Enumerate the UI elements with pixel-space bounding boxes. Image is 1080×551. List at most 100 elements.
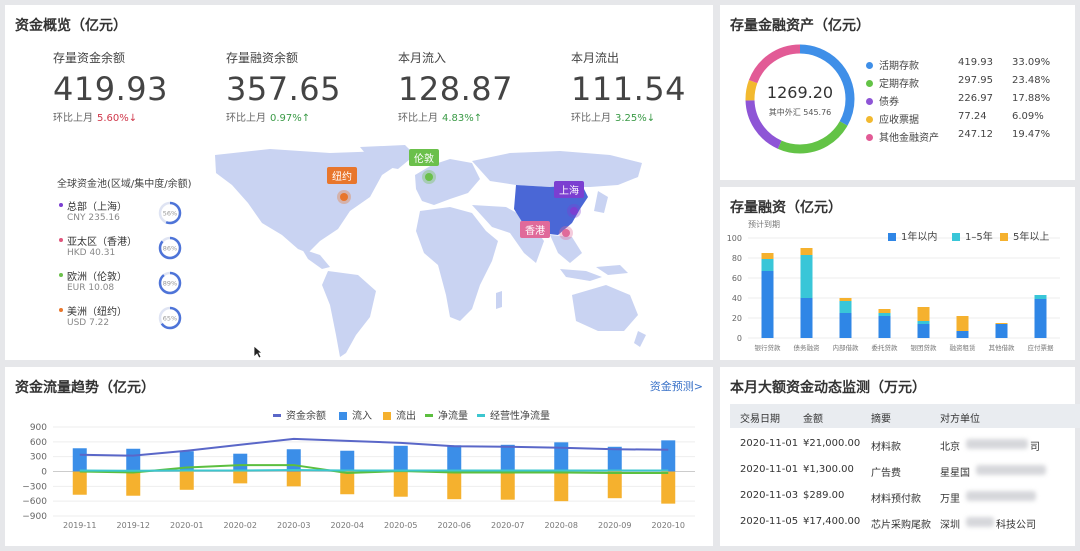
x-tick-label: 债务融资 <box>794 343 821 352</box>
pool-name: 亚太区（香港） <box>67 237 137 248</box>
kpi-label: 本月流出 <box>571 51 620 65</box>
trend-title: 资金流量趋势（亿元） <box>15 380 155 396</box>
legend-dot-icon <box>866 134 873 141</box>
pool-ring-label: 86% <box>163 245 177 253</box>
assets-legend-item[interactable]: 其他金融资产 247.12 19.47% <box>866 129 1066 144</box>
legend-swatch-icon <box>383 412 391 420</box>
financing-legend-item[interactable]: 1–5年 <box>952 228 993 243</box>
y-tick-label: 0 <box>41 468 47 478</box>
assets-legend-item[interactable]: 应收票据 77.24 6.09% <box>866 111 1066 126</box>
pool-amount: CNY 235.16 <box>67 213 120 223</box>
x-tick-label: 银行贷款 <box>755 343 782 352</box>
legend-name: 活期存款 <box>879 61 919 72</box>
assets-legend-item[interactable]: 定期存款 297.95 23.48% <box>866 75 1066 90</box>
bar-segment <box>839 298 852 301</box>
bar <box>126 448 141 472</box>
x-tick-label: 2020-02 <box>224 521 257 530</box>
kpi-compare-label: 环比上月 <box>571 113 611 124</box>
kpi-monthly-outflow: 本月流出 111.54 环比上月 3.25%↓ <box>571 49 731 124</box>
arrow-up-icon: ↑ <box>301 113 311 124</box>
legend-name: 债券 <box>879 97 899 108</box>
kpi-label: 存量融资余额 <box>226 51 299 65</box>
trend-legend-item[interactable]: 资金余额 <box>273 407 326 422</box>
y-tick-label: 20 <box>732 314 742 323</box>
legend-name: 经营性净流量 <box>490 411 550 422</box>
financing-legend-item[interactable]: 5年以上 <box>1000 228 1049 243</box>
legend-dot-icon <box>866 98 873 105</box>
map-pin-shanghai[interactable]: 上海 <box>554 181 584 198</box>
bar <box>607 471 622 499</box>
kpi-compare-label: 环比上月 <box>226 113 266 124</box>
legend-swatch-icon <box>1000 233 1008 241</box>
cell-date: 2020-11-05 <box>740 516 799 527</box>
assets-total: 1269.20 <box>766 83 834 102</box>
bar <box>233 453 248 472</box>
x-tick-label: 2020-10 <box>652 521 685 530</box>
redacted-block <box>966 439 1028 449</box>
y-tick-label: 80 <box>732 254 742 263</box>
trend-legend-item[interactable]: 经营性净流量 <box>477 407 550 422</box>
trend-legend-item[interactable]: 流入 <box>339 407 372 422</box>
pool-item: 欧洲（伦敦） EUR 10.08 89% <box>59 268 182 302</box>
cell-date: 2020-11-01 <box>740 438 799 449</box>
kpi-pct: 5.60% <box>97 113 129 124</box>
y-tick-label: 900 <box>30 423 47 433</box>
bar-segment <box>956 316 969 331</box>
y-tick-label: 100 <box>727 234 742 243</box>
bar <box>500 471 515 500</box>
pool-amount: USD 7.22 <box>67 318 110 328</box>
y-tick-label: 300 <box>30 453 47 463</box>
col-header-date: 交易日期 <box>740 414 780 425</box>
bar-segment <box>956 331 969 338</box>
assets-sub: 其中外汇 545.76 <box>768 108 832 117</box>
legend-value: 226.97 <box>958 93 993 104</box>
y-tick-label: 600 <box>30 438 47 448</box>
bar <box>233 471 248 484</box>
legend-pct: 33.09% <box>1012 57 1051 68</box>
pool-ring: 65% <box>158 306 182 330</box>
x-tick-label: 其他借款 <box>989 343 1016 352</box>
overview-panel: 资金概览（亿元） 存量资金余额 419.93 环比上月 5.60%↓ 存量融资余额… <box>5 5 713 360</box>
cell-amount: ¥17,400.00 <box>803 516 861 527</box>
legend-name: 其他金融资产 <box>879 133 939 144</box>
cell-amount: ¥1,300.00 <box>803 464 854 475</box>
x-tick-label: 应付票据 <box>1028 343 1055 352</box>
x-tick-label: 2020-01 <box>170 521 203 530</box>
arrow-up-icon: ↑ <box>473 113 483 124</box>
pool-dot <box>59 273 63 277</box>
bar <box>126 471 141 496</box>
financing-chart: 0 20 40 60 80 100 银行贷款 债务融资 内部借款 委托贷款 银团贷款 融资租赁 其他借款… <box>727 234 1060 352</box>
cell-party: 万里 <box>940 494 960 505</box>
x-tick-label: 银团贷款 <box>911 343 938 352</box>
pool-ring-label: 65% <box>163 315 177 323</box>
bar-segment <box>878 309 891 313</box>
bar-segment <box>839 301 852 313</box>
bar <box>72 448 87 472</box>
trend-panel: 资金流量趋势（亿元） 资金预测> 900 600 300 0 −300 −600 −900 2… <box>5 367 713 546</box>
x-tick-label: 2020-04 <box>331 521 364 530</box>
cell-party: 北京 <box>940 442 960 453</box>
legend-value: 419.93 <box>958 57 993 68</box>
arrow-down-icon: ↓ <box>128 113 138 124</box>
redacted-block <box>976 465 1046 475</box>
assets-legend-item[interactable]: 债券 226.97 17.88% <box>866 93 1066 108</box>
kpi-label: 本月流入 <box>398 51 447 65</box>
forecast-link[interactable]: 资金预测> <box>650 378 703 394</box>
legend-name: 1–5年 <box>965 232 993 243</box>
legend-name: 应收票据 <box>879 115 919 126</box>
bar <box>340 450 355 472</box>
assets-title: 存量金融资产（亿元） <box>730 18 870 34</box>
map-pin-newyork[interactable]: 纽约 <box>327 167 357 184</box>
trend-legend-item[interactable]: 流出 <box>383 407 416 422</box>
financing-legend-item[interactable]: 1年以内 <box>888 228 937 243</box>
legend-value: 77.24 <box>958 111 987 122</box>
map-pin-hongkong[interactable]: 香港 <box>520 221 550 238</box>
trend-legend-item[interactable]: 净流量 <box>425 407 468 422</box>
cell-party: 深圳 <box>940 520 960 531</box>
assets-legend-item[interactable]: 活期存款 419.93 33.09% <box>866 57 1066 72</box>
bar-segment <box>761 271 774 338</box>
kpi-value: 419.93 <box>53 70 168 108</box>
map-pin-london[interactable]: 伦敦 <box>409 149 439 166</box>
legend-swatch-icon <box>477 414 485 417</box>
y-tick-label: −600 <box>22 497 47 507</box>
